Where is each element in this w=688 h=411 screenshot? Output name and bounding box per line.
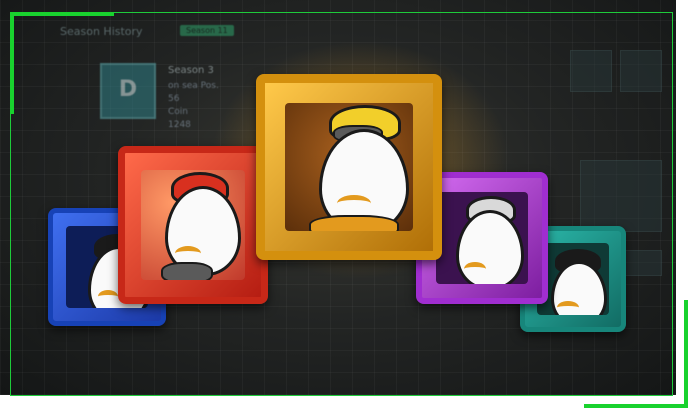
reward-stage: Season History Season 11 D Season 3 on s…: [0, 0, 688, 411]
top-left-corner-bracket: [10, 12, 114, 114]
bottom-right-corner-bracket: [584, 300, 688, 408]
